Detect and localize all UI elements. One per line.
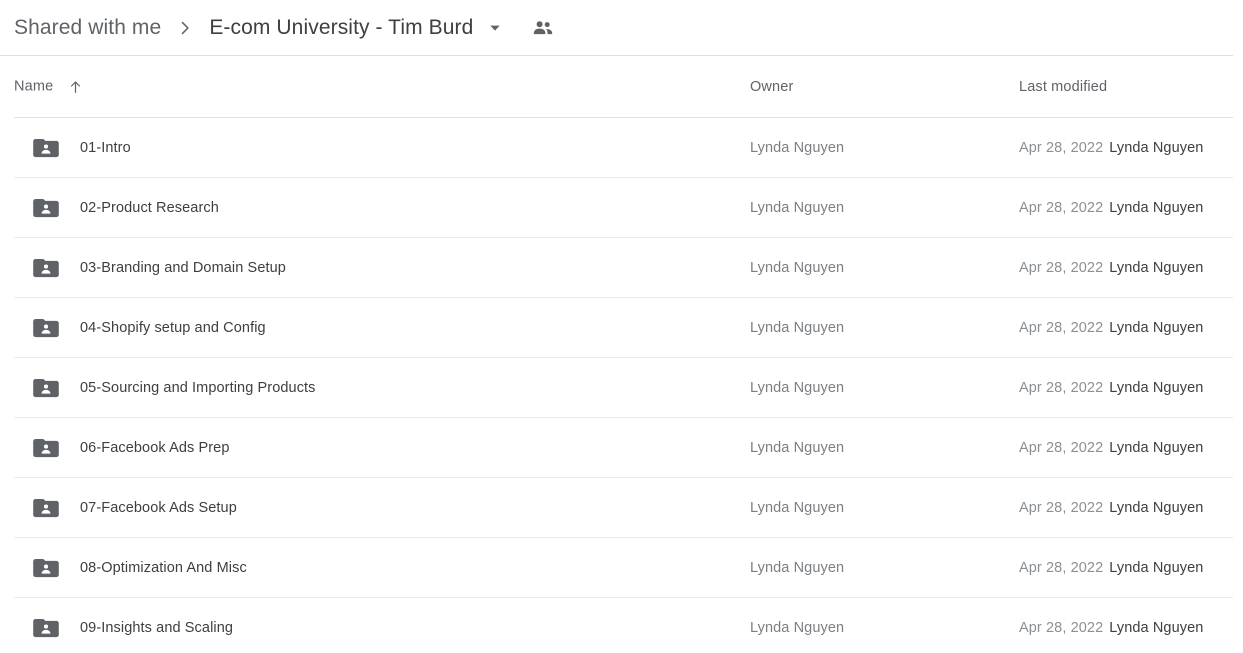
- breadcrumb: Shared with me E-com University - Tim Bu…: [0, 0, 1233, 56]
- file-list-column-headers: Name Owner Last modified: [14, 56, 1233, 118]
- file-owner: Lynda Nguyen: [750, 319, 845, 336]
- shared-folder-icon: [33, 617, 67, 639]
- table-row[interactable]: 06-Facebook Ads Prep Lynda Nguyen Apr 28, …: [14, 418, 1233, 478]
- file-modified-date: Apr 28, 2022: [1019, 319, 1104, 336]
- file-modified-by: Lynda Nguyen: [1109, 619, 1204, 636]
- shared-folder-icon: [33, 137, 67, 159]
- file-last-modified: Apr 28, 2022 Lynda Nguyen: [1019, 560, 1203, 576]
- breadcrumb-current-folder[interactable]: E-com University - Tim Burd: [209, 16, 473, 40]
- table-row[interactable]: 08-Optimization And Misc Lynda Nguyen Apr …: [14, 538, 1233, 598]
- table-row[interactable]: 02-Product Research Lynda Nguyen Apr 28, 2…: [14, 178, 1233, 238]
- file-name[interactable]: 07-Facebook Ads Setup: [80, 500, 237, 516]
- table-row[interactable]: 09-Insights and Scaling Lynda Nguyen Apr 2…: [14, 598, 1233, 653]
- sort-ascending-arrow-icon[interactable]: [67, 78, 84, 95]
- file-last-modified: Apr 28, 2022 Lynda Nguyen: [1019, 500, 1203, 516]
- file-owner: Lynda Nguyen: [750, 259, 845, 276]
- file-last-modified: Apr 28, 2022 Lynda Nguyen: [1019, 260, 1203, 276]
- file-name[interactable]: 04-Shopify setup and Config: [80, 320, 266, 336]
- file-modified-by: Lynda Nguyen: [1109, 379, 1204, 396]
- file-modified-by: Lynda Nguyen: [1109, 319, 1204, 336]
- file-modified-date: Apr 28, 2022: [1019, 499, 1104, 516]
- file-modified-by: Lynda Nguyen: [1109, 499, 1204, 516]
- file-modified-by: Lynda Nguyen: [1109, 559, 1204, 576]
- table-row[interactable]: 04-Shopify setup and Config Lynda Nguyen A…: [14, 298, 1233, 358]
- file-last-modified: Apr 28, 2022 Lynda Nguyen: [1019, 620, 1203, 636]
- file-owner: Lynda Nguyen: [750, 499, 845, 516]
- file-last-modified: Apr 28, 2022 Lynda Nguyen: [1019, 320, 1203, 336]
- file-owner: Lynda Nguyen: [750, 199, 845, 216]
- people-shared-icon[interactable]: [531, 16, 555, 40]
- file-owner: Lynda Nguyen: [750, 439, 845, 456]
- file-modified-by: Lynda Nguyen: [1109, 139, 1204, 156]
- file-modified-date: Apr 28, 2022: [1019, 619, 1104, 636]
- file-last-modified: Apr 28, 2022 Lynda Nguyen: [1019, 440, 1203, 456]
- file-modified-date: Apr 28, 2022: [1019, 139, 1104, 156]
- file-modified-date: Apr 28, 2022: [1019, 259, 1104, 276]
- column-header-last-modified[interactable]: Last modified: [1019, 79, 1107, 95]
- file-modified-date: Apr 28, 2022: [1019, 559, 1104, 576]
- shared-folder-icon: [33, 257, 67, 279]
- table-row[interactable]: 07-Facebook Ads Setup Lynda Nguyen Apr 28,…: [14, 478, 1233, 538]
- file-modified-by: Lynda Nguyen: [1109, 259, 1204, 276]
- file-last-modified: Apr 28, 2022 Lynda Nguyen: [1019, 380, 1203, 396]
- file-modified-date: Apr 28, 2022: [1019, 439, 1104, 456]
- shared-folder-icon: [33, 197, 67, 219]
- file-modified-by: Lynda Nguyen: [1109, 199, 1204, 216]
- file-owner: Lynda Nguyen: [750, 559, 845, 576]
- chevron-right-icon: [175, 18, 195, 38]
- column-header-name[interactable]: Name: [14, 78, 84, 95]
- file-modified-date: Apr 28, 2022: [1019, 199, 1104, 216]
- file-name[interactable]: 02-Product Research: [80, 200, 219, 216]
- file-owner: Lynda Nguyen: [750, 379, 845, 396]
- table-row[interactable]: 01-Intro Lynda Nguyen Apr 28, 2022 Lynda Ng…: [14, 118, 1233, 178]
- file-modified-date: Apr 28, 2022: [1019, 379, 1104, 396]
- file-owner: Lynda Nguyen: [750, 139, 845, 156]
- file-name[interactable]: 06-Facebook Ads Prep: [80, 440, 230, 456]
- file-name[interactable]: 05-Sourcing and Importing Products: [80, 380, 316, 396]
- column-header-name-label: Name: [14, 78, 54, 95]
- table-row[interactable]: 03-Branding and Domain Setup Lynda Nguyen…: [14, 238, 1233, 298]
- file-last-modified: Apr 28, 2022 Lynda Nguyen: [1019, 200, 1203, 216]
- file-name[interactable]: 08-Optimization And Misc: [80, 560, 247, 576]
- column-header-owner[interactable]: Owner: [750, 79, 793, 95]
- shared-folder-icon: [33, 497, 67, 519]
- file-owner: Lynda Nguyen: [750, 619, 845, 636]
- table-row[interactable]: 05-Sourcing and Importing Products Lynda …: [14, 358, 1233, 418]
- breadcrumb-parent-link[interactable]: Shared with me: [14, 16, 161, 40]
- file-name[interactable]: 03-Branding and Domain Setup: [80, 260, 286, 276]
- file-last-modified: Apr 28, 2022 Lynda Nguyen: [1019, 140, 1203, 156]
- file-list: 01-Intro Lynda Nguyen Apr 28, 2022 Lynda Ng…: [0, 118, 1243, 653]
- shared-folder-icon: [33, 557, 67, 579]
- file-name[interactable]: 09-Insights and Scaling: [80, 620, 233, 636]
- shared-folder-icon: [33, 317, 67, 339]
- file-modified-by: Lynda Nguyen: [1109, 439, 1204, 456]
- file-name[interactable]: 01-Intro: [80, 140, 131, 156]
- chevron-down-icon[interactable]: [487, 20, 503, 36]
- shared-folder-icon: [33, 437, 67, 459]
- shared-folder-icon: [33, 377, 67, 399]
